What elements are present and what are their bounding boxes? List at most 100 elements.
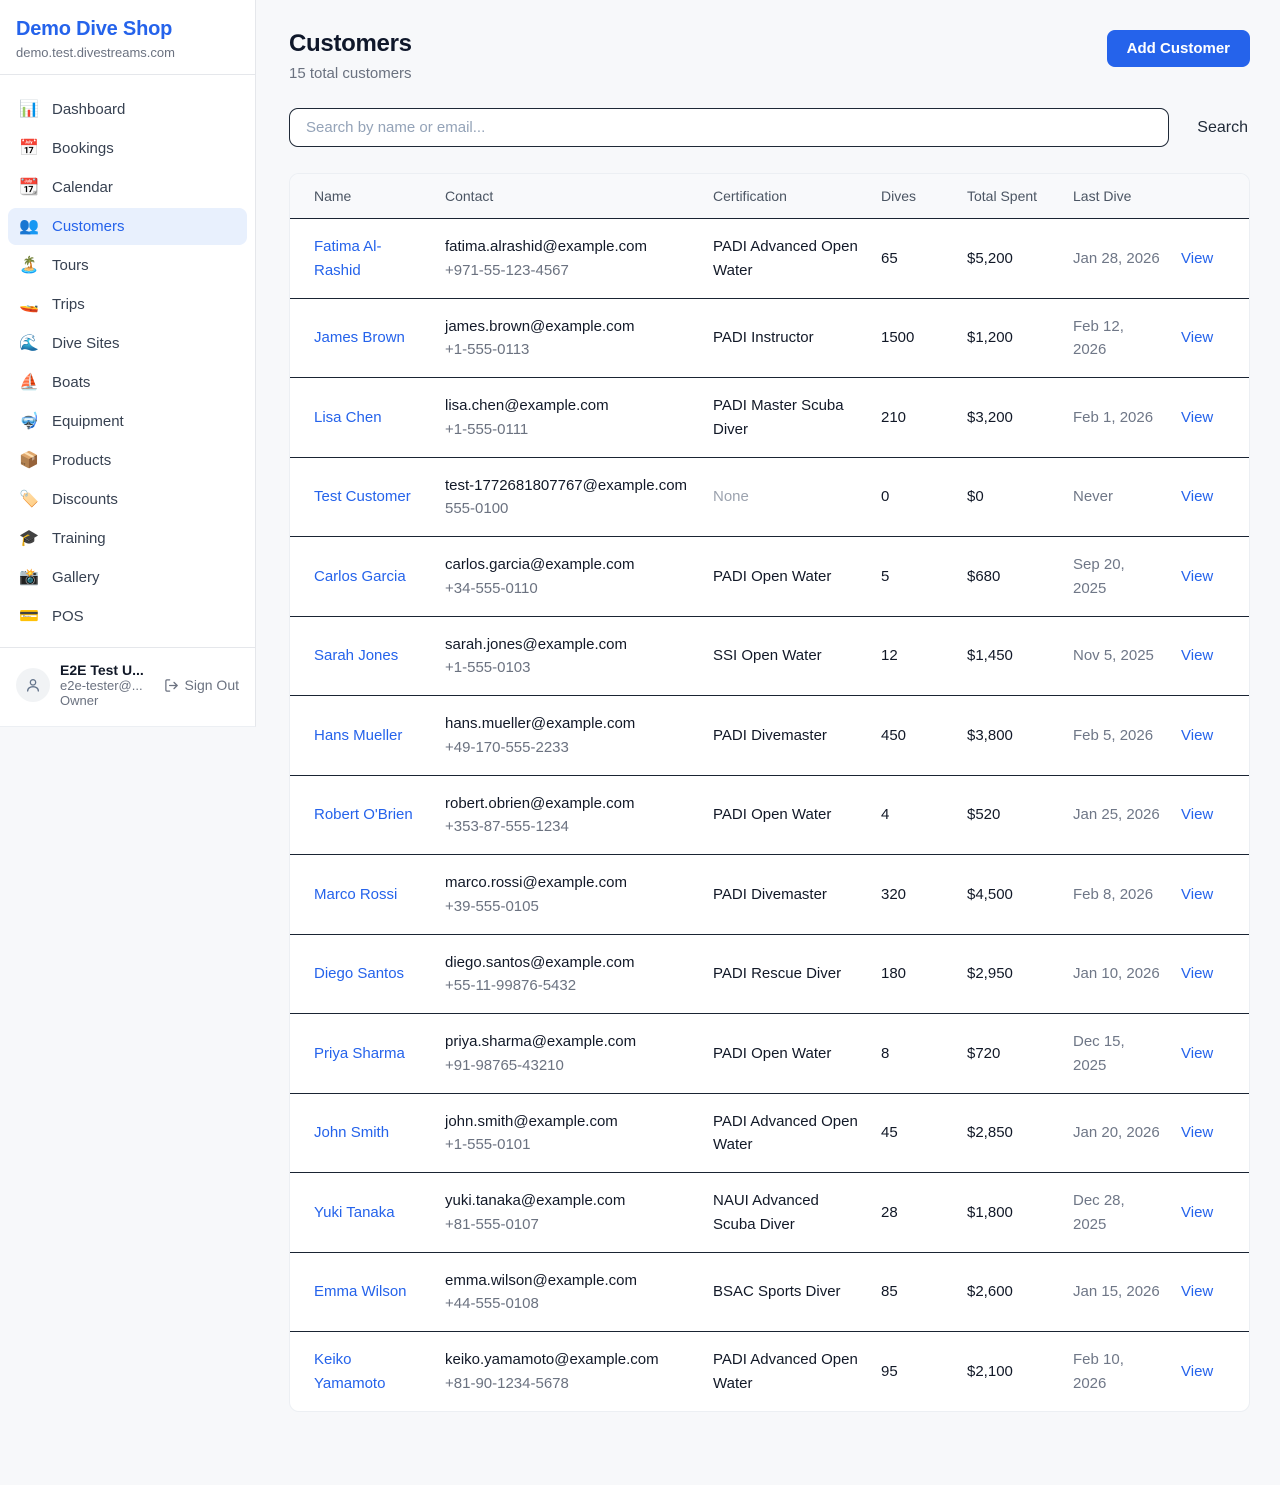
sidebar-nav: 📊Dashboard📅Bookings📆Calendar👥Customers🏝️… <box>0 75 255 647</box>
sidebar-item-pos[interactable]: 💳POS <box>8 598 247 635</box>
shop-name-link[interactable]: Demo Dive Shop <box>16 18 239 41</box>
sign-out-label: Sign Out <box>185 677 239 693</box>
user-role: Owner <box>60 693 154 708</box>
customer-name-link[interactable]: Lisa Chen <box>314 409 382 426</box>
sign-out-button[interactable]: Sign Out <box>164 677 239 693</box>
customer-name-link[interactable]: James Brown <box>314 329 405 346</box>
sidebar-item-dive-sites[interactable]: 🌊Dive Sites <box>8 325 247 362</box>
customer-certification: PADI Divemaster <box>703 696 871 776</box>
customer-phone: +81-555-0107 <box>445 1213 693 1236</box>
customer-last-dive: Feb 1, 2026 <box>1063 378 1171 458</box>
sidebar-item-dashboard[interactable]: 📊Dashboard <box>8 91 247 128</box>
view-customer-link[interactable]: View <box>1181 1363 1213 1380</box>
add-customer-button[interactable]: Add Customer <box>1107 30 1250 67</box>
sidebar-item-trips[interactable]: 🚤Trips <box>8 286 247 323</box>
view-customer-link[interactable]: View <box>1181 806 1213 823</box>
training-icon: 🎓 <box>18 531 40 547</box>
customer-phone: 555-0100 <box>445 497 693 520</box>
customer-email: robert.obrien@example.com <box>445 792 693 815</box>
customer-certification: PADI Advanced Open Water <box>703 219 871 299</box>
sidebar-item-gallery[interactable]: 📸Gallery <box>8 559 247 596</box>
customer-name-link[interactable]: John Smith <box>314 1124 389 1141</box>
customer-name-link[interactable]: Hans Mueller <box>314 727 402 744</box>
page-title: Customers <box>289 30 412 58</box>
customer-last-dive: Dec 28, 2025 <box>1063 1173 1171 1253</box>
search-input[interactable] <box>289 108 1169 147</box>
customer-email: fatima.alrashid@example.com <box>445 235 693 258</box>
customer-email: james.brown@example.com <box>445 315 693 338</box>
view-customer-link[interactable]: View <box>1181 329 1213 346</box>
sidebar-item-tours[interactable]: 🏝️Tours <box>8 247 247 284</box>
sign-out-icon <box>164 678 179 693</box>
customer-phone: +971-55-123-4567 <box>445 259 693 282</box>
sidebar-item-discounts[interactable]: 🏷️Discounts <box>8 481 247 518</box>
customer-certification: PADI Advanced Open Water <box>703 1332 871 1411</box>
customer-name-link[interactable]: Diego Santos <box>314 965 404 982</box>
customer-name-link[interactable]: Emma Wilson <box>314 1283 407 1300</box>
view-customer-link[interactable]: View <box>1181 647 1213 664</box>
view-customer-link[interactable]: View <box>1181 1124 1213 1141</box>
sidebar-item-label: Tours <box>52 257 89 274</box>
customer-name-link[interactable]: Priya Sharma <box>314 1045 405 1062</box>
customer-phone: +49-170-555-2233 <box>445 736 693 759</box>
customer-certification: PADI Open Water <box>703 775 871 855</box>
sidebar-item-calendar[interactable]: 📆Calendar <box>8 169 247 206</box>
view-customer-link[interactable]: View <box>1181 1283 1213 1300</box>
view-customer-link[interactable]: View <box>1181 727 1213 744</box>
customer-total-spent: $1,450 <box>957 616 1063 696</box>
customer-total-spent: $2,600 <box>957 1252 1063 1332</box>
sidebar-item-customers[interactable]: 👥Customers <box>8 208 247 245</box>
customer-certification: SSI Open Water <box>703 616 871 696</box>
customer-name-link[interactable]: Keiko Yamamoto <box>314 1351 385 1391</box>
view-customer-link[interactable]: View <box>1181 886 1213 903</box>
view-customer-link[interactable]: View <box>1181 250 1213 267</box>
column-header-dives: Dives <box>871 174 957 219</box>
customer-last-dive: Jan 25, 2026 <box>1063 775 1171 855</box>
customer-name-link[interactable]: Marco Rossi <box>314 886 397 903</box>
search-button[interactable]: Search <box>1195 113 1250 143</box>
sidebar-item-products[interactable]: 📦Products <box>8 442 247 479</box>
customer-name-link[interactable]: Robert O'Brien <box>314 806 413 823</box>
customer-phone: +39-555-0105 <box>445 895 693 918</box>
customer-total-spent: $2,950 <box>957 934 1063 1014</box>
customer-total-spent: $2,100 <box>957 1332 1063 1411</box>
customer-dives: 28 <box>871 1173 957 1253</box>
products-icon: 📦 <box>18 453 40 469</box>
customer-total-spent: $4,500 <box>957 855 1063 935</box>
view-customer-link[interactable]: View <box>1181 568 1213 585</box>
customer-total-spent: $0 <box>957 457 1063 537</box>
customer-total-spent: $5,200 <box>957 219 1063 299</box>
customer-name-link[interactable]: Test Customer <box>314 488 411 505</box>
page-header: Customers 15 total customers Add Custome… <box>289 30 1250 82</box>
customer-dives: 95 <box>871 1332 957 1411</box>
customer-dives: 5 <box>871 537 957 617</box>
customer-last-dive: Jan 20, 2026 <box>1063 1093 1171 1173</box>
customer-last-dive: Jan 28, 2026 <box>1063 219 1171 299</box>
user-email: e2e-tester@... <box>60 678 154 693</box>
customer-phone: +1-555-0111 <box>445 418 693 441</box>
customer-name-link[interactable]: Fatima Al-Rashid <box>314 238 382 278</box>
sidebar-item-label: POS <box>52 608 84 625</box>
view-customer-link[interactable]: View <box>1181 1204 1213 1221</box>
view-customer-link[interactable]: View <box>1181 1045 1213 1062</box>
customer-certification: PADI Advanced Open Water <box>703 1093 871 1173</box>
main-content: Customers 15 total customers Add Custome… <box>256 0 1280 1438</box>
sidebar-item-equipment[interactable]: 🤿Equipment <box>8 403 247 440</box>
column-header-certification: Certification <box>703 174 871 219</box>
table-row: James Brownjames.brown@example.com+1-555… <box>290 298 1249 378</box>
table-row: Sarah Jonessarah.jones@example.com+1-555… <box>290 616 1249 696</box>
sidebar-item-boats[interactable]: ⛵Boats <box>8 364 247 401</box>
sidebar-item-label: Dashboard <box>52 101 125 118</box>
sidebar-item-training[interactable]: 🎓Training <box>8 520 247 557</box>
view-customer-link[interactable]: View <box>1181 965 1213 982</box>
user-info: E2E Test U... e2e-tester@... Owner <box>60 662 154 708</box>
customer-name-link[interactable]: Sarah Jones <box>314 647 398 664</box>
customer-name-link[interactable]: Yuki Tanaka <box>314 1204 395 1221</box>
view-customer-link[interactable]: View <box>1181 409 1213 426</box>
customer-name-link[interactable]: Carlos Garcia <box>314 568 406 585</box>
customer-dives: 1500 <box>871 298 957 378</box>
sidebar-item-bookings[interactable]: 📅Bookings <box>8 130 247 167</box>
view-customer-link[interactable]: View <box>1181 488 1213 505</box>
table-row: Carlos Garciacarlos.garcia@example.com+3… <box>290 537 1249 617</box>
customer-email: test-1772681807767@example.com <box>445 474 693 497</box>
